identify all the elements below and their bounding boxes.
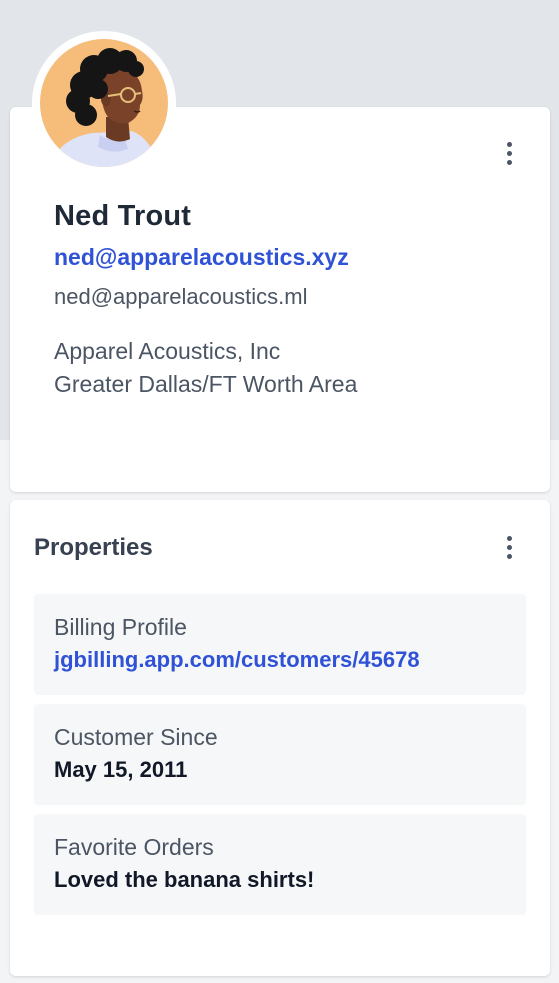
contact-name: Ned Trout bbox=[54, 200, 192, 232]
property-value: Loved the banana shirts! bbox=[54, 867, 315, 892]
avatar bbox=[32, 31, 176, 175]
secondary-email: ned@apparelacoustics.ml bbox=[54, 284, 308, 309]
property-label: Favorite Orders bbox=[54, 834, 214, 860]
person-avatar-icon bbox=[40, 39, 168, 167]
property-value: May 15, 2011 bbox=[54, 757, 188, 782]
properties-title: Properties bbox=[34, 534, 153, 561]
billing-profile-link[interactable]: jgbilling.app.com/customers/45678 bbox=[54, 647, 420, 673]
properties-card: Properties Billing Profile jgbilling.app… bbox=[10, 500, 550, 976]
profile-more-options-icon[interactable] bbox=[497, 137, 521, 169]
property-item-billing-profile: Billing Profile jgbilling.app.com/custom… bbox=[34, 594, 526, 695]
company-name: Apparel Acoustics, Inc bbox=[54, 338, 281, 364]
property-label: Billing Profile bbox=[54, 614, 187, 640]
contact-location: Greater Dallas/FT Worth Area bbox=[54, 371, 358, 397]
property-item-favorite-orders: Favorite Orders Loved the banana shirts! bbox=[34, 814, 526, 915]
property-item-customer-since: Customer Since May 15, 2011 bbox=[34, 704, 526, 805]
primary-email-link[interactable]: ned@apparelacoustics.xyz bbox=[54, 244, 349, 271]
properties-more-options-icon[interactable] bbox=[497, 531, 521, 563]
property-label: Customer Since bbox=[54, 724, 218, 750]
